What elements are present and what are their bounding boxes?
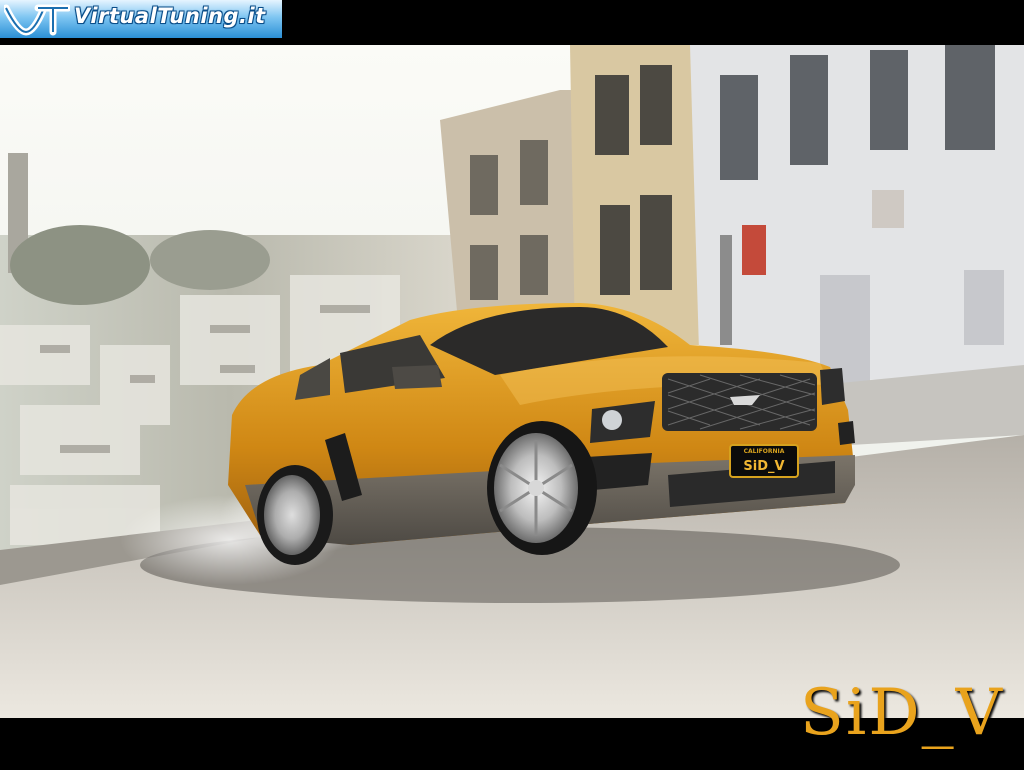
vt-logo-icon [4,4,70,36]
author-signature: SiD_V [800,676,1004,750]
virtualtuning-logo[interactable]: VirtualTuning.it [0,0,282,38]
car-photo: CALIFORNIA SiD_V [0,45,1024,718]
logo-text: VirtualTuning.it [74,4,266,28]
plate-number: SiD_V [743,459,784,474]
plate-state: CALIFORNIA [744,448,785,455]
